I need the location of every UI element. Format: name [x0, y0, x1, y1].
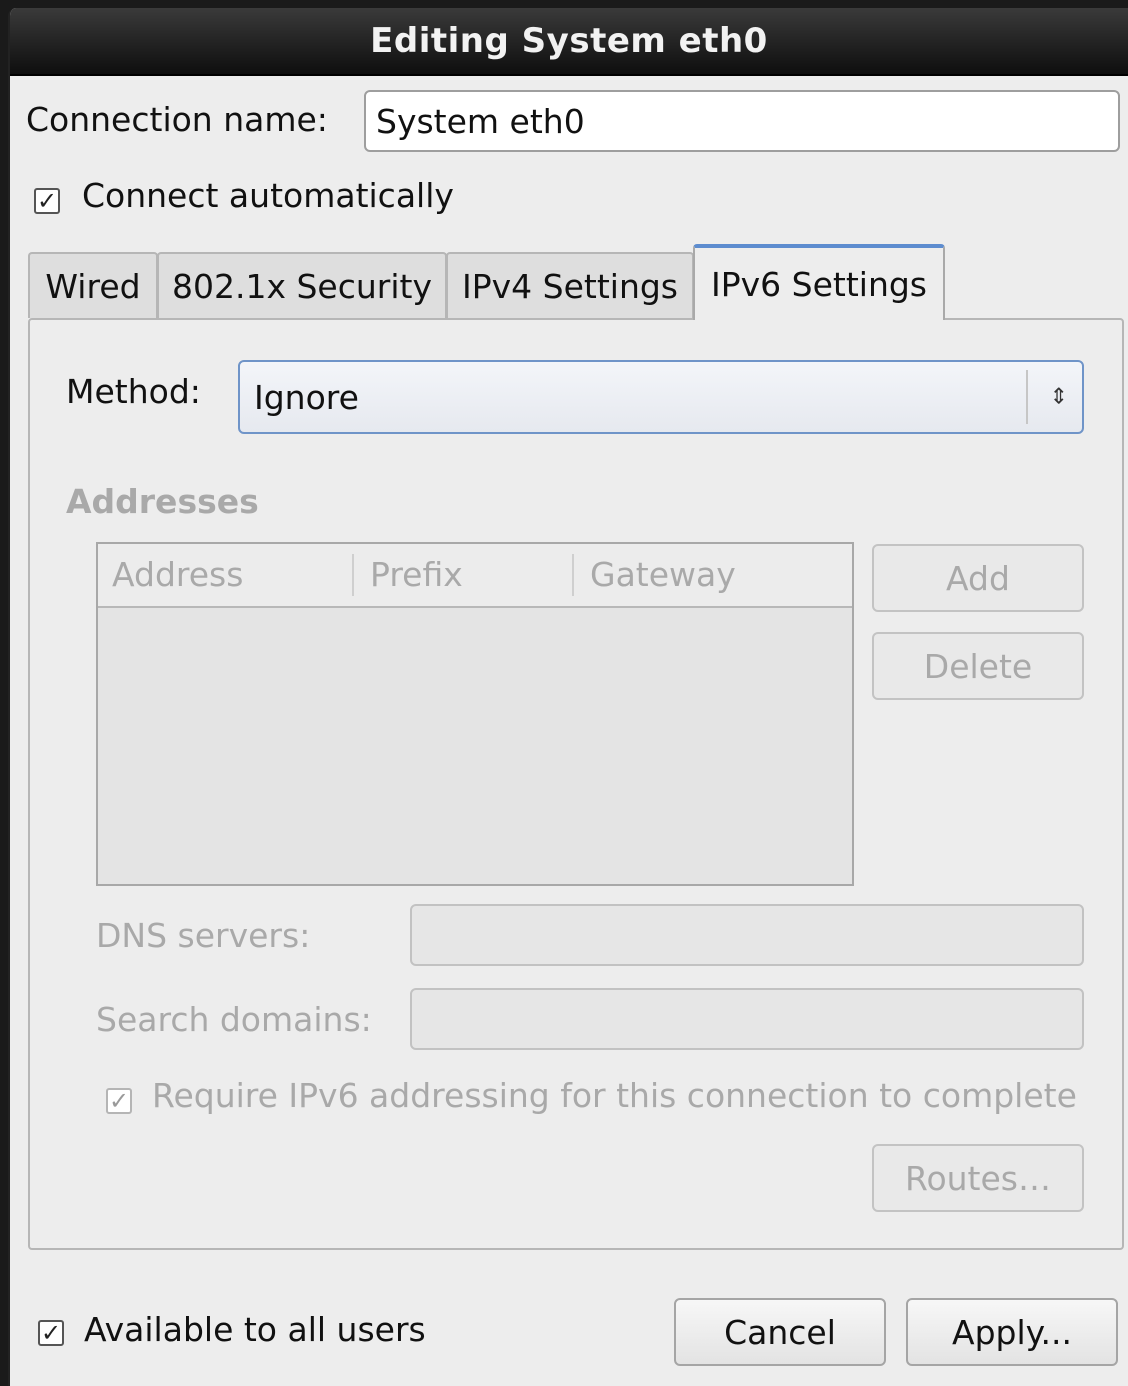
connect-automatically-checkbox[interactable]: ✓: [34, 188, 60, 214]
combo-separator: [1026, 370, 1028, 424]
tab-wired[interactable]: Wired: [28, 252, 158, 318]
dns-servers-label: DNS servers:: [96, 916, 311, 955]
available-to-all-users-checkbox[interactable]: ✓: [38, 1320, 64, 1346]
addresses-table-header: Address Prefix Gateway: [98, 544, 852, 608]
addresses-table[interactable]: Address Prefix Gateway: [96, 542, 854, 886]
available-to-all-users-label: Available to all users: [84, 1310, 426, 1349]
up-down-arrows-icon: ⇕: [1049, 384, 1068, 410]
ipv6-settings-panel: Method: Ignore ⇕ Addresses Address Prefi…: [28, 318, 1124, 1250]
dns-servers-input[interactable]: [410, 904, 1084, 966]
routes-button[interactable]: Routes…: [872, 1144, 1084, 1212]
require-ipv6-checkbox[interactable]: ✓: [106, 1088, 132, 1114]
add-address-button[interactable]: Add: [872, 544, 1084, 612]
search-domains-label: Search domains:: [96, 1000, 372, 1039]
column-separator: [352, 554, 354, 596]
tab-802-1x-security[interactable]: 802.1x Security: [157, 252, 447, 318]
cancel-button[interactable]: Cancel: [674, 1298, 886, 1366]
column-header-prefix[interactable]: Prefix: [370, 544, 463, 604]
connection-name-input[interactable]: System eth0: [364, 90, 1120, 152]
addresses-heading: Addresses: [66, 482, 259, 521]
apply-button[interactable]: Apply...: [906, 1298, 1118, 1366]
connection-name-label: Connection name:: [26, 100, 328, 139]
search-domains-input[interactable]: [410, 988, 1084, 1050]
dialog-title: Editing System eth0: [10, 8, 1128, 76]
method-select[interactable]: Ignore ⇕: [238, 360, 1084, 434]
column-header-address[interactable]: Address: [112, 544, 243, 604]
tab-ipv6-settings[interactable]: IPv6 Settings: [693, 244, 945, 320]
require-ipv6-label: Require IPv6 addressing for this connect…: [152, 1076, 1077, 1115]
tab-ipv4-settings[interactable]: IPv4 Settings: [446, 252, 694, 318]
method-label: Method:: [66, 372, 201, 411]
connect-automatically-label: Connect automatically: [82, 176, 454, 215]
column-separator: [572, 554, 574, 596]
editing-connection-dialog: Editing System eth0 Connection name: Sys…: [8, 8, 1128, 1386]
delete-address-button[interactable]: Delete: [872, 632, 1084, 700]
column-header-gateway[interactable]: Gateway: [590, 544, 736, 604]
method-selected-value: Ignore: [254, 377, 359, 417]
